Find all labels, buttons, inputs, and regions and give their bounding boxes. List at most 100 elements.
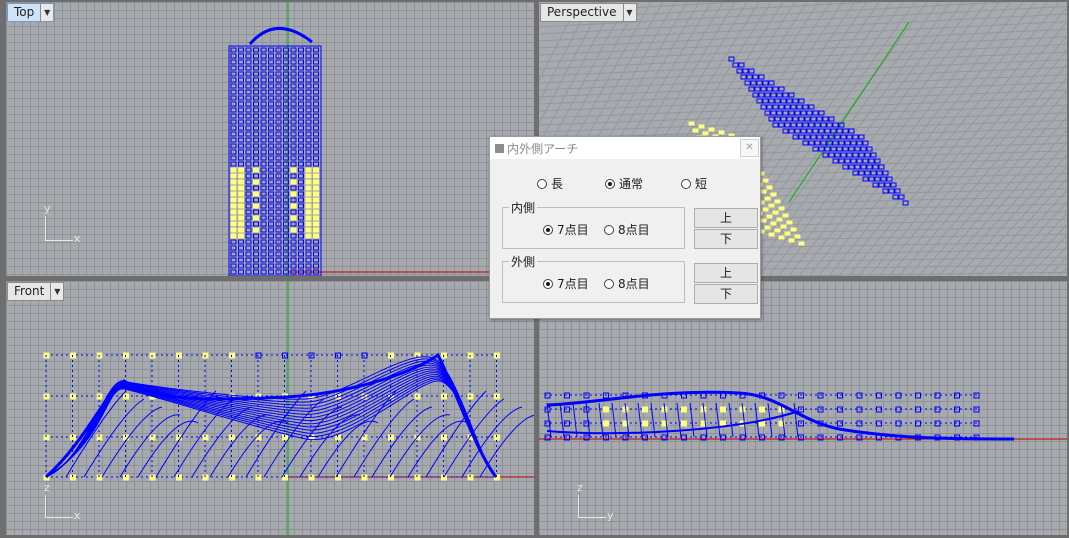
control-point <box>268 191 274 197</box>
radio-selected-icon <box>543 224 553 235</box>
radio-arch-short[interactable]: 短 <box>681 175 707 192</box>
close-icon[interactable]: ✕ <box>740 139 759 157</box>
control-point <box>305 263 312 269</box>
control-point <box>253 173 259 179</box>
control-point <box>230 101 237 107</box>
radio-selected-icon <box>543 278 553 289</box>
control-point <box>268 125 274 131</box>
control-point <box>313 131 319 137</box>
control-point <box>794 234 801 239</box>
radio-outer-8[interactable]: 8点目 <box>604 275 650 292</box>
outer-up-button[interactable]: 上 <box>694 263 758 283</box>
control-point <box>260 83 267 89</box>
control-point <box>796 122 803 128</box>
dialog-titlebar[interactable]: 内外側アーチ <box>490 137 760 159</box>
control-point <box>253 125 259 131</box>
control-point <box>313 179 319 185</box>
viewport-menu-arrow-icon[interactable]: ▼ <box>40 4 54 21</box>
control-point <box>260 149 267 155</box>
control-point <box>253 239 259 245</box>
gizmo-x-label: x <box>74 509 81 522</box>
control-point <box>245 239 252 245</box>
control-point <box>275 179 282 185</box>
control-point <box>313 263 319 269</box>
radio-inner-7[interactable]: 7点目 <box>543 221 589 238</box>
radio-outer-7[interactable]: 7点目 <box>543 275 589 292</box>
wire-curve <box>101 406 163 478</box>
control-point <box>290 113 297 119</box>
control-point <box>298 83 304 89</box>
control-point <box>245 179 252 185</box>
control-point <box>260 167 267 173</box>
control-point <box>253 119 259 125</box>
control-point <box>313 167 319 173</box>
outer-down-button[interactable]: 下 <box>694 284 758 304</box>
control-point <box>268 173 274 179</box>
control-point <box>253 185 259 191</box>
inner-up-button[interactable]: 上 <box>694 208 758 228</box>
top-viewport-tab[interactable]: Top ▼ <box>7 3 55 22</box>
wire-curve <box>461 406 523 478</box>
control-point <box>760 218 767 223</box>
control-point <box>298 89 304 95</box>
wire-curve <box>83 398 145 478</box>
control-point <box>298 263 304 269</box>
control-point <box>313 221 319 227</box>
control-point <box>290 263 297 269</box>
grid-line <box>539 51 1067 77</box>
inner-down-button[interactable]: 下 <box>694 229 758 249</box>
control-point <box>260 71 267 77</box>
control-point <box>290 197 297 203</box>
control-point <box>253 269 259 275</box>
wire-curve <box>754 402 760 438</box>
front-viewport[interactable]: Front ▼ z x <box>6 281 534 535</box>
radio-arch-normal[interactable]: 通常 <box>605 175 643 192</box>
control-point <box>766 185 773 190</box>
control-point <box>238 233 244 239</box>
control-point <box>245 143 252 149</box>
viewport-menu-arrow-icon[interactable]: ▼ <box>622 4 636 21</box>
control-point <box>268 245 274 251</box>
control-point <box>842 164 849 170</box>
control-point <box>305 137 312 143</box>
control-point <box>313 233 319 239</box>
control-point <box>253 89 259 95</box>
control-point <box>268 47 274 53</box>
control-point <box>290 71 297 77</box>
right-viewport[interactable]: z y <box>539 281 1067 535</box>
control-point <box>298 119 304 125</box>
control-point <box>305 173 312 179</box>
wire-curve <box>209 414 271 478</box>
control-point <box>828 152 835 158</box>
front-viewport-tab[interactable]: Front ▼ <box>7 282 65 301</box>
control-point <box>260 185 267 191</box>
control-point <box>230 53 237 59</box>
control-point <box>290 89 297 95</box>
control-point <box>238 59 244 65</box>
radio-circle-icon <box>604 278 614 289</box>
radio-inner-8[interactable]: 8点目 <box>604 221 650 238</box>
control-point <box>784 122 791 128</box>
control-point <box>275 131 282 137</box>
radio-arch-long[interactable]: 長 <box>537 175 563 192</box>
control-point <box>253 77 259 83</box>
control-point <box>290 239 297 245</box>
control-point <box>268 209 274 215</box>
wire-curve <box>45 380 497 478</box>
control-point <box>275 101 282 107</box>
control-point <box>313 83 319 89</box>
control-point <box>245 137 252 143</box>
control-point <box>290 59 297 65</box>
control-point <box>681 406 687 413</box>
inner-group: 内側 7点目 8点目 <box>502 199 685 249</box>
perspective-viewport-tab[interactable]: Perspective ▼ <box>540 3 637 22</box>
control-point <box>768 203 775 208</box>
viewport-menu-arrow-icon[interactable]: ▼ <box>50 283 64 300</box>
control-point <box>245 95 252 101</box>
control-point <box>230 83 237 89</box>
control-point <box>230 203 237 209</box>
control-point <box>260 59 267 65</box>
control-point <box>268 83 274 89</box>
top-viewport[interactable]: Top ▼ y x <box>6 2 534 276</box>
control-point <box>759 406 765 413</box>
